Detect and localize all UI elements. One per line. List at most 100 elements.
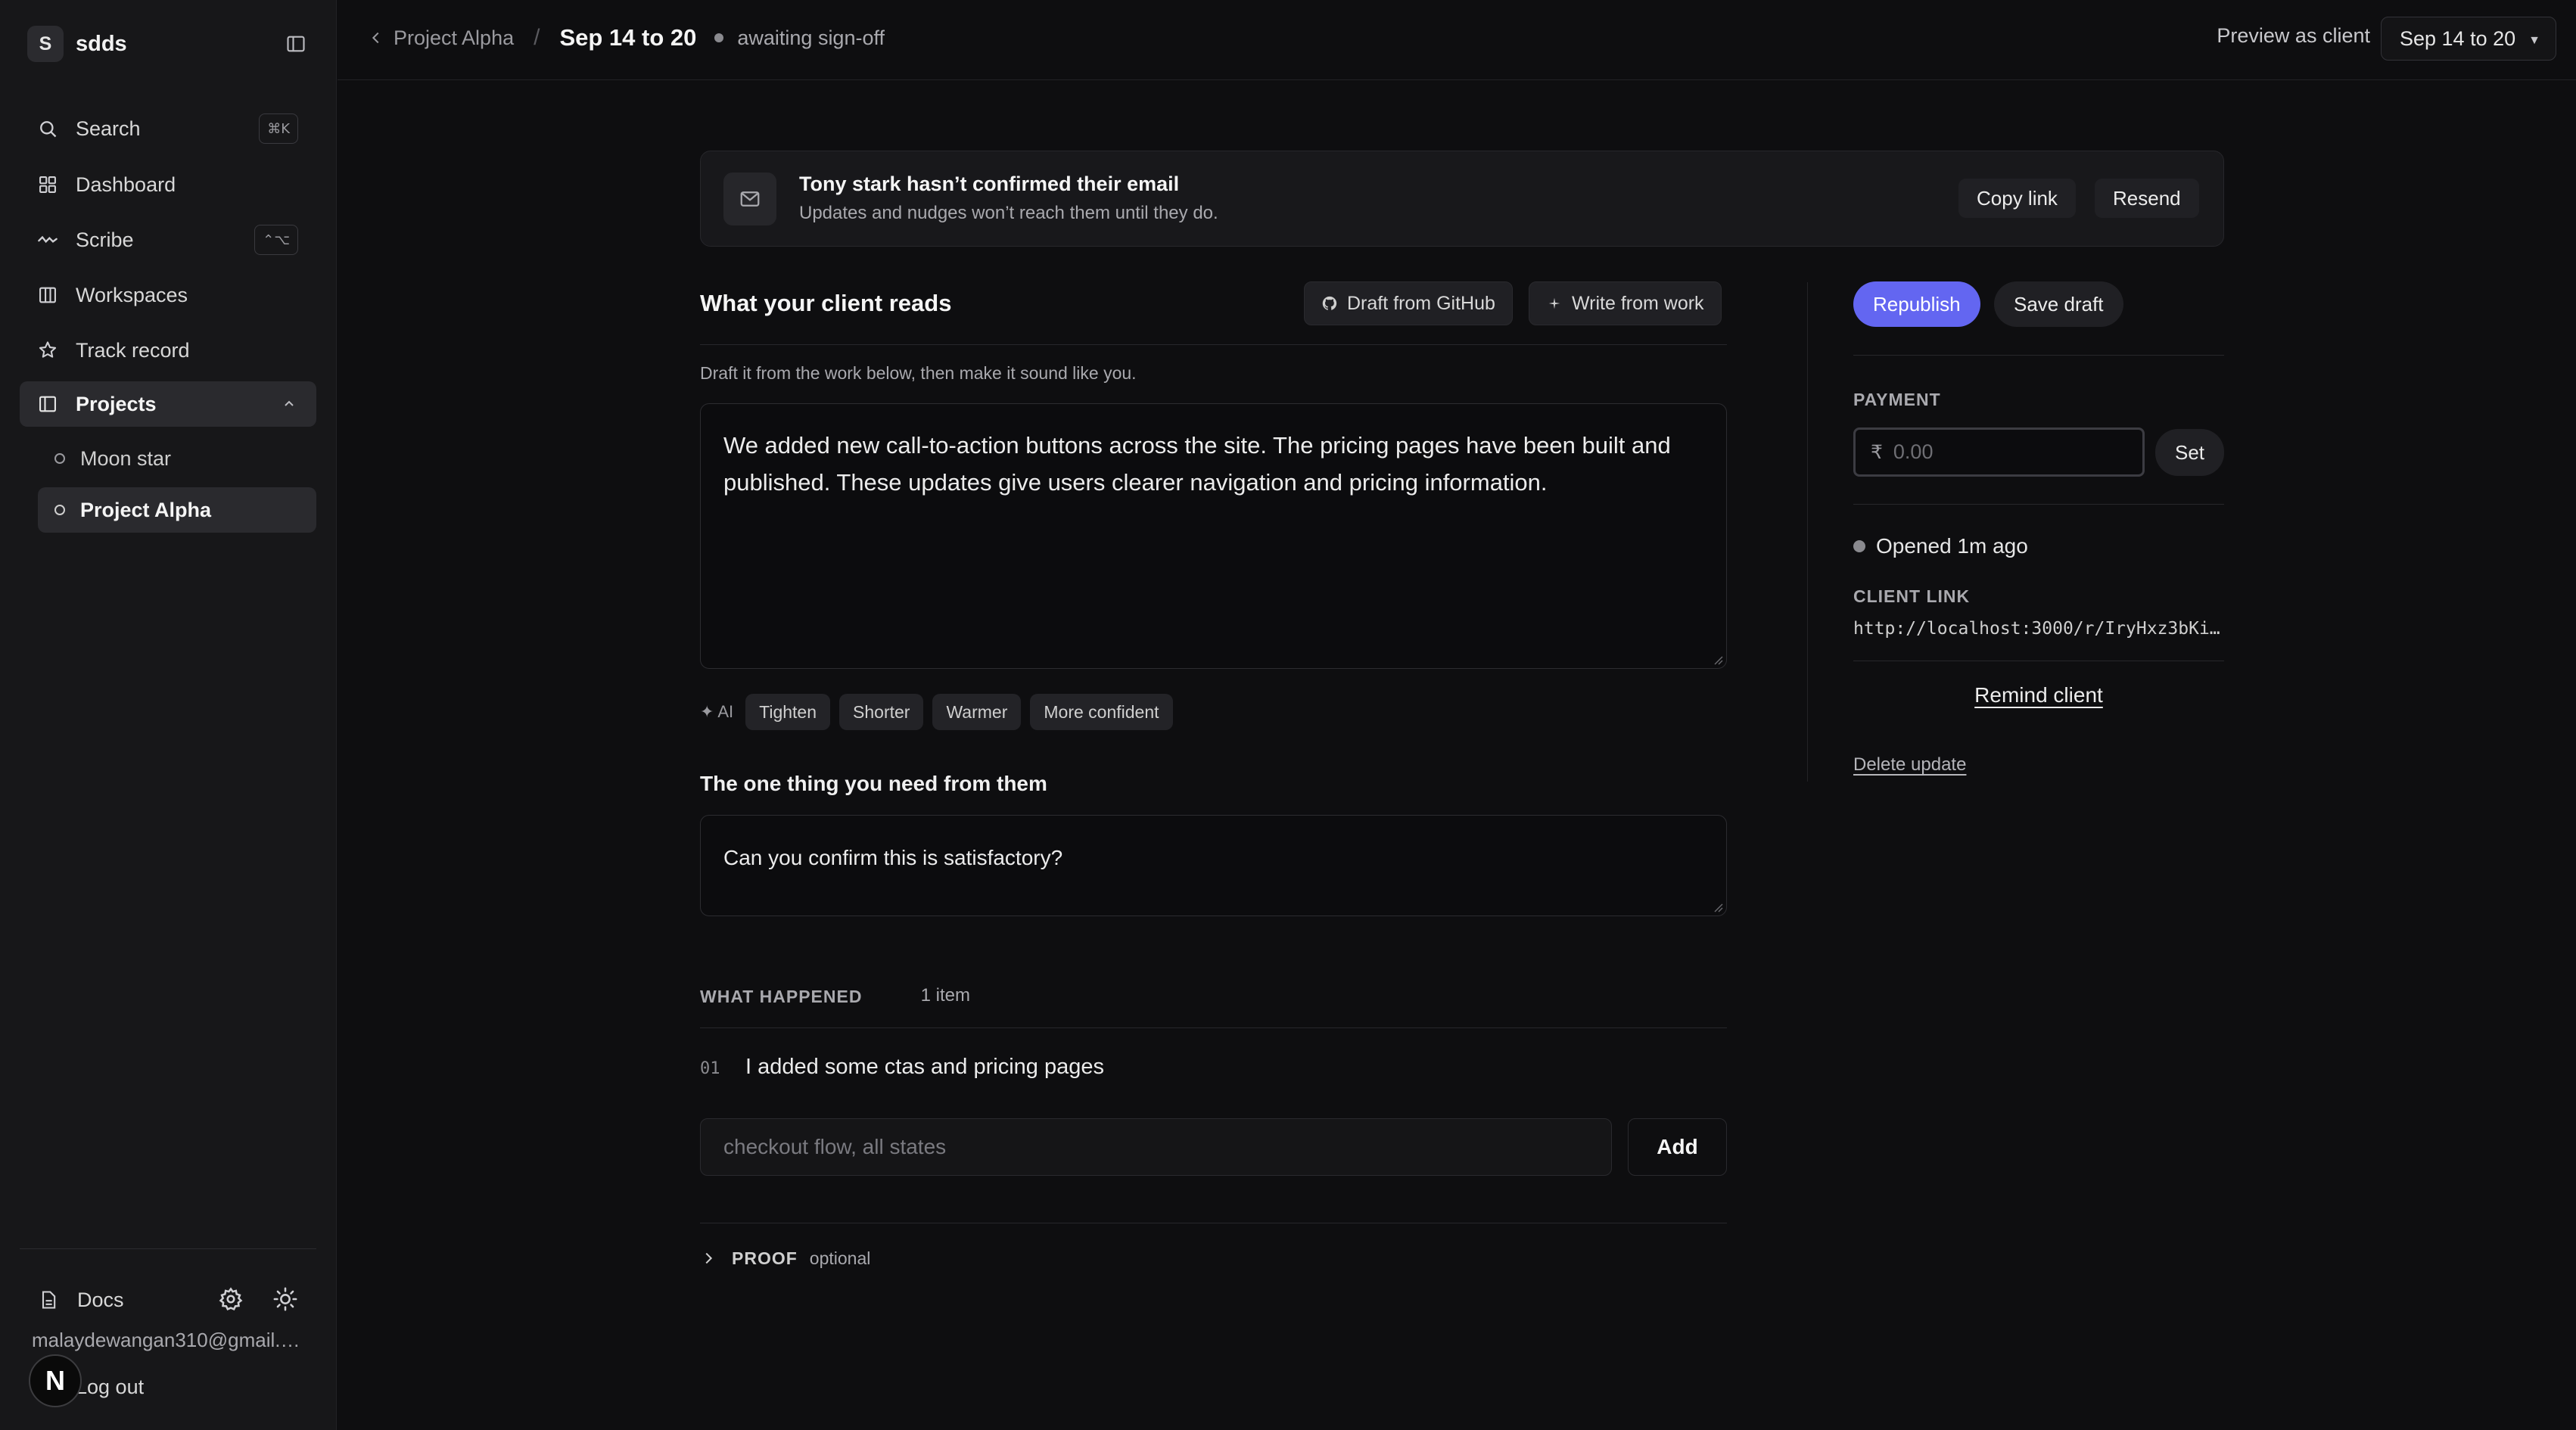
client-link-label: CLIENT LINK xyxy=(1853,586,1971,606)
project-item-label: Moon star xyxy=(80,446,172,470)
workspace-avatar: S xyxy=(27,26,64,62)
resend-button[interactable]: Resend xyxy=(2095,179,2199,218)
proof-toggle[interactable]: PROOF optional xyxy=(700,1247,870,1270)
mail-icon xyxy=(723,173,776,225)
currency-symbol: ₹ xyxy=(1871,441,1883,463)
list-divider xyxy=(700,1027,1727,1028)
next-dev-badge[interactable]: N xyxy=(29,1354,82,1407)
chevron-right-icon xyxy=(705,1252,713,1264)
set-payment-button[interactable]: Set xyxy=(2155,429,2224,476)
add-item-button[interactable]: Add xyxy=(1628,1118,1727,1176)
ai-chip-warmer[interactable]: Warmer xyxy=(932,694,1022,730)
status-badge: awaiting sign-off xyxy=(737,26,885,49)
banner-title: Tony stark hasn’t confirmed their email xyxy=(799,173,1180,195)
ai-label: ✦ AI xyxy=(700,702,734,721)
user-email: malaydewangan310@gmail.com xyxy=(32,1329,304,1351)
columns-icon xyxy=(36,284,59,306)
ai-chip-shorter[interactable]: Shorter xyxy=(839,694,924,730)
copy-link-button[interactable]: Copy link xyxy=(1958,179,2076,218)
star-icon xyxy=(36,339,59,362)
shortcut-badge: ⌃⌥ xyxy=(254,225,298,255)
sidebar-item-track-record[interactable]: Track record xyxy=(20,328,316,373)
sun-icon[interactable] xyxy=(272,1286,298,1312)
gear-icon[interactable] xyxy=(218,1286,244,1312)
payment-placeholder: 0.00 xyxy=(1893,440,1934,463)
add-item-input[interactable]: checkout flow, all states xyxy=(700,1118,1612,1176)
write-from-work-button[interactable]: Write from work xyxy=(1529,281,1722,325)
ai-chip-tighten[interactable]: Tighten xyxy=(745,694,831,730)
breadcrumb: Project Alpha / Sep 14 to 20 awaiting si… xyxy=(368,0,885,76)
draft-from-github-label: Draft from GitHub xyxy=(1347,292,1495,314)
column-divider xyxy=(1807,282,1808,782)
date-range-value: Sep 14 to 20 xyxy=(2400,26,2516,50)
preview-as-client-button[interactable]: Preview as client xyxy=(2217,24,2370,48)
aside-divider xyxy=(1853,504,2224,505)
resize-handle-icon[interactable] xyxy=(1713,902,1723,912)
chevron-left-icon xyxy=(372,32,379,44)
banner-subtitle: Updates and nudges won’t reach them unti… xyxy=(799,203,1218,223)
waveform-icon xyxy=(36,228,59,251)
sidebar-item-scribe[interactable]: Scribe ⌃⌥ xyxy=(20,217,316,263)
sidebar-item-dashboard[interactable]: Dashboard xyxy=(20,162,316,207)
project-item-moon-star[interactable]: Moon star xyxy=(38,436,316,481)
sidebar-divider xyxy=(20,1248,316,1249)
project-dot-icon xyxy=(54,453,65,464)
date-range-select[interactable]: Sep 14 to 20 ▼ xyxy=(2381,17,2556,61)
status-dot-icon xyxy=(1853,540,1865,552)
sidebar-item-label: Scribe xyxy=(76,228,134,251)
republish-button[interactable]: Republish xyxy=(1853,281,1980,327)
opened-status: Opened 1m ago xyxy=(1853,534,2028,558)
what-happened-label: WHAT HAPPENED xyxy=(700,987,863,1006)
item-number: 01 xyxy=(700,1059,720,1078)
save-draft-button[interactable]: Save draft xyxy=(1994,281,2123,327)
ask-textarea[interactable]: Can you confirm this is satisfactory? xyxy=(700,815,1727,916)
project-item-project-alpha[interactable]: Project Alpha xyxy=(38,487,316,533)
docs-label: Docs xyxy=(77,1288,124,1311)
client-draft-text: We added new call-to-action buttons acro… xyxy=(723,432,1671,496)
sidebar-toggle-icon[interactable] xyxy=(285,33,307,54)
proof-label: PROOF xyxy=(732,1248,798,1268)
app-root: S sdds Search ⌘K Dashboard Scribe ⌃⌥ Wor… xyxy=(0,0,2576,1430)
github-icon xyxy=(1322,296,1337,310)
ai-chip-more-confident[interactable]: More confident xyxy=(1030,694,1173,730)
status-dot-icon xyxy=(714,33,724,42)
logout-button[interactable]: Log out xyxy=(76,1376,144,1399)
chevron-up-icon[interactable] xyxy=(280,395,298,413)
section-divider xyxy=(700,344,1727,345)
docs-link[interactable]: Docs xyxy=(38,1285,124,1315)
breadcrumb-parent: Project Alpha xyxy=(394,26,515,49)
delete-update-link[interactable]: Delete update xyxy=(1853,754,1966,776)
proof-optional: optional xyxy=(809,1248,871,1268)
search-icon xyxy=(36,117,59,140)
remind-client-button[interactable]: Remind client xyxy=(1853,683,2224,707)
item-text: I added some ctas and pricing pages xyxy=(745,1055,1104,1079)
resize-handle-icon[interactable] xyxy=(1713,654,1723,665)
write-from-work-label: Write from work xyxy=(1572,292,1704,314)
add-item-placeholder: checkout flow, all states xyxy=(723,1135,947,1158)
ask-text: Can you confirm this is satisfactory? xyxy=(723,846,1063,869)
sidebar-item-search[interactable]: Search ⌘K xyxy=(20,106,316,151)
sidebar-item-projects[interactable]: Projects xyxy=(20,381,316,427)
topbar: Project Alpha / Sep 14 to 20 awaiting si… xyxy=(338,0,2576,80)
workspace-name: sdds xyxy=(76,31,127,56)
opened-text: Opened 1m ago xyxy=(1876,534,2028,558)
breadcrumb-separator: / xyxy=(534,25,540,50)
sidebar-item-label: Search xyxy=(76,117,141,140)
client-draft-textarea[interactable]: We added new call-to-action buttons acro… xyxy=(700,403,1727,669)
sidebar-item-label: Projects xyxy=(76,392,157,415)
ai-rewrite-toolbar: ✦ AI Tighten Shorter Warmer More confide… xyxy=(700,693,1182,731)
payment-input[interactable]: ₹ 0.00 xyxy=(1853,427,2145,477)
client-link-url[interactable]: http://localhost:3000/r/IryHxz3bKi… xyxy=(1853,619,2224,639)
project-item-label: Project Alpha xyxy=(80,498,212,521)
breadcrumb-back-link[interactable]: Project Alpha xyxy=(368,26,514,50)
sidebar-item-label: Workspaces xyxy=(76,283,188,306)
aside-divider xyxy=(1853,355,2224,356)
sidebar-item-workspaces[interactable]: Workspaces xyxy=(20,272,316,318)
sidebar-panel-icon xyxy=(36,393,59,415)
caret-down-icon: ▼ xyxy=(2528,34,2540,47)
page-title: Sep 14 to 20 xyxy=(559,24,697,51)
payment-label: PAYMENT xyxy=(1853,390,1941,409)
draft-from-github-button[interactable]: Draft from GitHub xyxy=(1304,281,1513,325)
email-unconfirmed-banner: Tony stark hasn’t confirmed their email … xyxy=(700,151,2224,247)
workspace-switcher[interactable]: S sdds xyxy=(27,26,307,62)
